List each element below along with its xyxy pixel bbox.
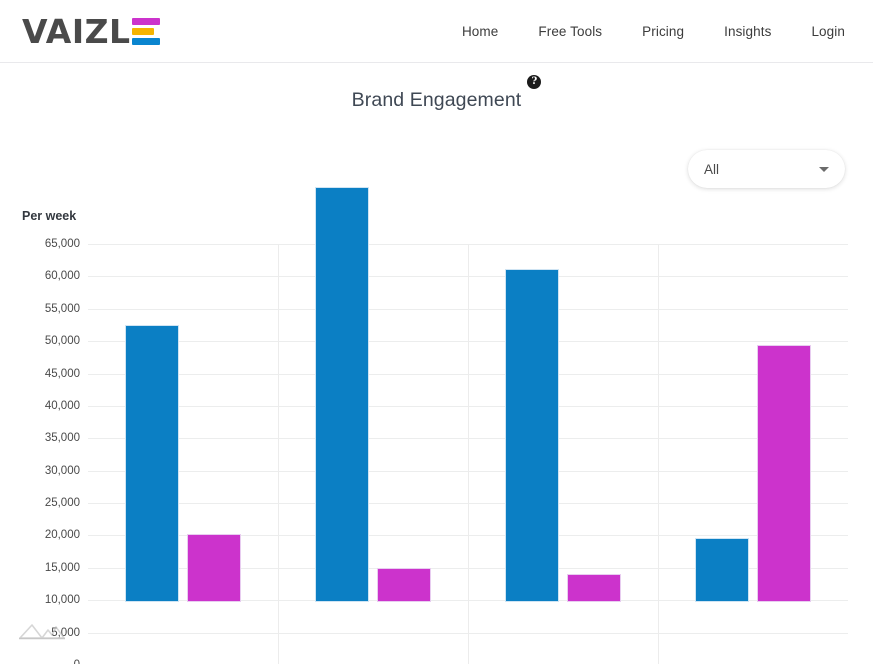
nav-item-login[interactable]: Login (811, 24, 845, 39)
logo-bar-yellow (131, 28, 154, 35)
logo-bar-blue (131, 38, 160, 45)
category-separator (468, 244, 469, 664)
y-axis-tick-label: 55,000 (44, 302, 80, 315)
y-axis-tick-label: 25,000 (44, 497, 80, 510)
bar-series-1[interactable] (315, 186, 369, 602)
category-separator (658, 244, 659, 664)
bar-series-1[interactable] (125, 324, 179, 602)
site-header: VAIZL Home Free Tools Pricing Insights L… (0, 0, 873, 63)
bar-series-1[interactable] (505, 269, 559, 602)
y-axis-tick-label: 40,000 (44, 399, 80, 412)
bar-series-2[interactable] (757, 344, 811, 602)
y-axis-tick-label: 20,000 (44, 529, 80, 542)
nav-item-home[interactable]: Home (462, 24, 498, 39)
bar-series-2[interactable] (567, 574, 621, 602)
bar-chart-plot: 65,000 60,000 55,000 50,000 45,000 40,000 35,0… (0, 63, 873, 664)
y-axis-tick-label: 50,000 (44, 335, 80, 348)
y-axis-tick-label: 30,000 (44, 464, 80, 477)
main-nav: Home Free Tools Pricing Insights Login (462, 0, 845, 63)
y-axis-tick-label: 60,000 (44, 270, 80, 283)
y-axis-tick-label: 15,000 (44, 561, 80, 574)
vaizle-logo[interactable]: VAIZL (22, 11, 160, 51)
bar-series-2[interactable] (377, 568, 431, 602)
y-axis-tick-label: 35,000 (44, 432, 80, 445)
y-axis-tick-label: 0 (12, 659, 80, 664)
y-axis-tick-label: 10,000 (44, 594, 80, 607)
logo-wordmark: VAIZL (22, 11, 131, 51)
y-axis-tick-label: 65,000 (44, 238, 80, 250)
logo-mark-icon (131, 18, 160, 45)
bar-series-1[interactable] (695, 537, 749, 602)
y-axis-tick-label: 45,000 (44, 367, 80, 380)
logo-bar-magenta (131, 18, 160, 25)
category-separator (278, 244, 279, 664)
sparkline-mountain-icon (19, 624, 65, 640)
nav-item-pricing[interactable]: Pricing (642, 24, 684, 39)
chart-panel: Brand Engagement ? All Per week 65,000 60… (0, 63, 873, 664)
nav-item-insights[interactable]: Insights (724, 24, 771, 39)
bar-series-2[interactable] (187, 534, 241, 602)
nav-item-free-tools[interactable]: Free Tools (538, 24, 602, 39)
